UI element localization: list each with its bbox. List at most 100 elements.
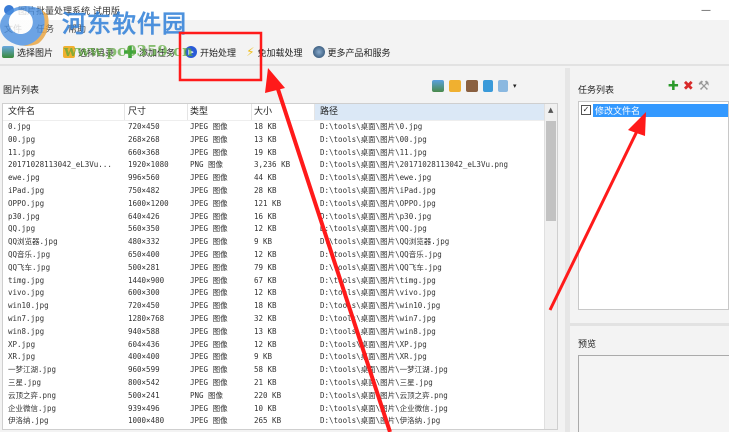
no-load-processing-button[interactable]: ⚡ 免加载处理 bbox=[246, 46, 302, 59]
add-task-button[interactable]: 添加任务 bbox=[124, 46, 175, 59]
cell-type: JPEG 图像 bbox=[190, 352, 228, 362]
cell-dimensions: 1280×768 bbox=[128, 313, 165, 323]
remove-image-icon[interactable] bbox=[466, 80, 478, 92]
table-row[interactable]: iPad.jpg 750×482 JPEG 图像 28 KB D:\tools\桌面\图… bbox=[3, 185, 557, 198]
delete-task-icon[interactable]: ✖ bbox=[683, 80, 694, 94]
cell-path: D:\tools\桌面\图片\p30.jpg bbox=[320, 211, 432, 221]
cell-size: 32 KB bbox=[254, 313, 277, 323]
cell-size: 28 KB bbox=[254, 185, 277, 195]
table-row[interactable]: QQ.jpg 560×350 JPEG 图像 12 KB D:\tools\桌面\图片\… bbox=[3, 223, 557, 236]
table-row[interactable]: 企业微信.jpg 939×496 JPEG 图像 10 KB D:\tools\桌面\图… bbox=[3, 403, 557, 416]
select-folder-button[interactable]: 选择目录 bbox=[63, 46, 114, 59]
cell-size: 13 KB bbox=[254, 134, 277, 144]
table-row[interactable]: XR.jpg 400×400 JPEG 图像 9 KB D:\tools\桌面\图片\X… bbox=[3, 351, 557, 364]
table-row[interactable]: win8.jpg 940×588 JPEG 图像 13 KB D:\tools\桌面\图… bbox=[3, 326, 557, 339]
col-filename[interactable]: 文件名 bbox=[3, 104, 125, 120]
cell-size: 3,236 KB bbox=[254, 160, 291, 170]
cell-type: PNG 图像 bbox=[190, 390, 224, 400]
dropdown-arrow-icon[interactable]: ▾ bbox=[513, 82, 517, 90]
select-images-button[interactable]: 选择图片 bbox=[2, 46, 53, 59]
vertical-scrollbar[interactable]: ▲ bbox=[544, 104, 557, 429]
table-row[interactable]: 云顶之弈.png 500×241 PNG 图像 220 KB D:\tools\桌面\图… bbox=[3, 390, 557, 403]
task-item[interactable]: ✓ 修改文件名 bbox=[579, 103, 728, 117]
cell-path: D:\tools\桌面\图片\XP.jpg bbox=[320, 339, 427, 349]
table-row[interactable]: 伊洛纳.jpg 1000×480 JPEG 图像 265 KB D:\tools\桌面\… bbox=[3, 415, 557, 428]
table-row[interactable]: 0.jpg 720×450 JPEG 图像 18 KB D:\tools\桌面\图片\0… bbox=[3, 121, 557, 134]
table-row[interactable]: 00.jpg 268×268 JPEG 图像 13 KB D:\tools\桌面\图片\… bbox=[3, 134, 557, 147]
cell-path: D:\tools\桌面\图片\ewe.jpg bbox=[320, 173, 432, 183]
table-row[interactable]: vivo.jpg 600×300 JPEG 图像 12 KB D:\tools\桌面\图… bbox=[3, 287, 557, 300]
table-row[interactable]: win7.jpg 1280×768 JPEG 图像 32 KB D:\tools\桌面\… bbox=[3, 313, 557, 326]
cell-size: 67 KB bbox=[254, 275, 277, 285]
table-row[interactable]: QQ飞车.jpg 500×281 JPEG 图像 79 KB D:\tools\桌面\图… bbox=[3, 262, 557, 275]
scroll-thumb[interactable] bbox=[546, 121, 556, 221]
add-image-icon[interactable] bbox=[432, 80, 444, 92]
cell-type: JPEG 图像 bbox=[190, 122, 228, 131]
cell-path: D:\tools\桌面\图片\QQ飞车.jpg bbox=[320, 262, 442, 272]
title-bar: 图片批量处理系统 试用版 — bbox=[0, 0, 729, 20]
table-row[interactable]: XP.jpg 604×436 JPEG 图像 12 KB D:\tools\桌面\图片\… bbox=[3, 339, 557, 352]
cell-filename: 00.jpg bbox=[8, 134, 36, 144]
minimize-button[interactable]: — bbox=[701, 5, 711, 16]
image-list-label: 图片列表 bbox=[3, 86, 40, 96]
cell-type: JPEG 图像 bbox=[190, 173, 228, 183]
cell-type: JPEG 图像 bbox=[190, 365, 228, 375]
folder-icon bbox=[63, 46, 76, 58]
start-processing-button[interactable]: ▶ 开始处理 bbox=[185, 46, 236, 59]
cell-type: JPEG 图像 bbox=[190, 224, 228, 234]
table-row[interactable]: 三星.jpg 800×542 JPEG 图像 21 KB D:\tools\桌面\图片\… bbox=[3, 377, 557, 390]
menu-file[interactable]: 文件 bbox=[4, 22, 22, 35]
cell-size: 220 KB bbox=[254, 390, 282, 400]
more-products-button[interactable]: 更多产品和服务 bbox=[312, 46, 391, 59]
table-row[interactable]: win10.jpg 720×450 JPEG 图像 18 KB D:\tools\桌面\… bbox=[3, 300, 557, 313]
cell-type: JPEG 图像 bbox=[190, 288, 228, 298]
cell-size: 79 KB bbox=[254, 262, 277, 272]
cell-size: 18 KB bbox=[254, 301, 277, 311]
col-path[interactable]: 路径 bbox=[315, 104, 557, 120]
task-label: 修改文件名 bbox=[593, 103, 728, 117]
cell-dimensions: 268×268 bbox=[128, 134, 160, 144]
table-row[interactable]: 11.jpg 660×368 JPEG 图像 19 KB D:\tools\桌面\图片\… bbox=[3, 147, 557, 160]
cell-filename: 伊洛纳.jpg bbox=[8, 416, 49, 426]
label: 添加任务 bbox=[139, 48, 176, 59]
cell-filename: OPPO.jpg bbox=[8, 198, 45, 208]
cell-dimensions: 400×400 bbox=[128, 352, 160, 362]
col-type[interactable]: 类型 bbox=[188, 104, 252, 120]
cell-path: D:\tools\桌面\图片\QQ.jpg bbox=[320, 224, 427, 234]
list-view-icon[interactable] bbox=[498, 80, 508, 92]
preview-label: 预览 bbox=[578, 340, 597, 350]
task-checkbox[interactable]: ✓ bbox=[581, 105, 591, 115]
add-folder-icon[interactable] bbox=[449, 80, 461, 92]
cell-filename: QQ音乐.jpg bbox=[8, 249, 51, 259]
cell-dimensions: 1600×1200 bbox=[128, 198, 169, 208]
cell-dimensions: 660×368 bbox=[128, 147, 160, 157]
cell-filename: ewe.jpg bbox=[8, 173, 40, 183]
menu-help[interactable]: 帮助 bbox=[68, 22, 86, 35]
table-row[interactable]: p30.jpg 640×426 JPEG 图像 16 KB D:\tools\桌面\图片… bbox=[3, 211, 557, 224]
col-dimensions[interactable]: 尺寸 bbox=[125, 104, 188, 120]
cell-path: D:\tools\桌面\图片\QQ音乐.jpg bbox=[320, 249, 442, 259]
col-size[interactable]: 大小 bbox=[252, 104, 315, 120]
plus-icon bbox=[124, 46, 137, 58]
label: 开始处理 bbox=[200, 48, 237, 59]
cell-path: D:\tools\桌面\图片\伊洛纳.jpg bbox=[320, 416, 441, 426]
cell-size: 121 KB bbox=[254, 198, 282, 208]
panel-splitter[interactable] bbox=[565, 68, 570, 432]
table-row[interactable]: QQ音乐.jpg 650×400 JPEG 图像 12 KB D:\tools\桌面\图… bbox=[3, 249, 557, 262]
add-task-icon[interactable]: ✚ bbox=[668, 80, 679, 94]
table-row[interactable]: 一梦江湖.jpg 960×599 JPEG 图像 58 KB D:\tools\桌面\图… bbox=[3, 364, 557, 377]
cell-size: 18 KB bbox=[254, 122, 277, 131]
table-row[interactable]: timg.jpg 1440×900 JPEG 图像 67 KB D:\tools\桌面\… bbox=[3, 275, 557, 288]
table-row[interactable]: OPPO.jpg 1600×1200 JPEG 图像 121 KB D:\tools\桌… bbox=[3, 198, 557, 211]
table-row[interactable]: QQ浏览器.jpg 480×332 JPEG 图像 9 KB D:\tools\桌面\图… bbox=[3, 236, 557, 249]
scroll-up-icon[interactable]: ▲ bbox=[548, 106, 553, 114]
cell-type: JPEG 图像 bbox=[190, 237, 228, 247]
cell-size: 12 KB bbox=[254, 249, 277, 259]
table-row[interactable]: 20171028113042_eL3Vu... 1920×1080 PNG 图像 3,… bbox=[3, 159, 557, 172]
lightning-icon: ⚡ bbox=[246, 45, 255, 59]
menu-task[interactable]: 任务 bbox=[36, 22, 54, 35]
wrench-icon[interactable]: ⚒ bbox=[698, 80, 710, 94]
clear-list-icon[interactable] bbox=[483, 80, 493, 92]
table-row[interactable]: ewe.jpg 996×560 JPEG 图像 44 KB D:\tools\桌面\图片… bbox=[3, 172, 557, 185]
cell-type: JPEG 图像 bbox=[190, 339, 228, 349]
